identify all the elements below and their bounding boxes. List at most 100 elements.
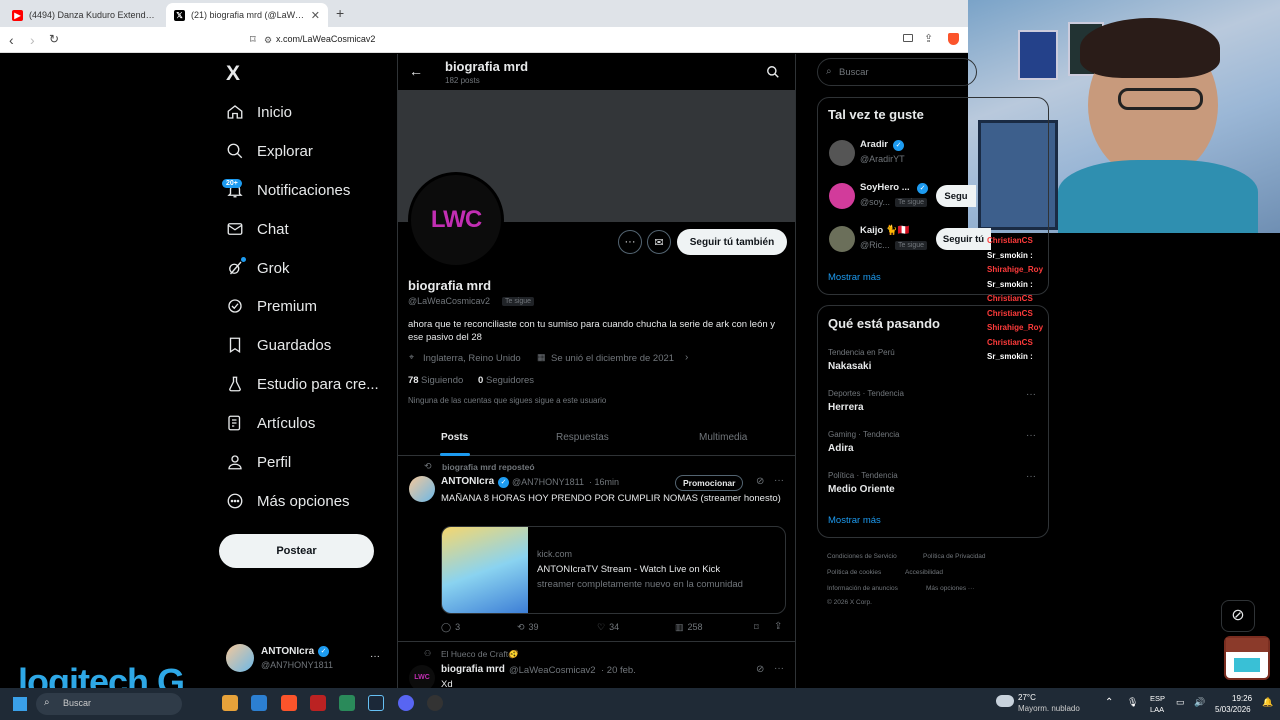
trend-name[interactable]: Herrera bbox=[828, 402, 864, 413]
more-options-button[interactable]: ··· bbox=[618, 230, 642, 254]
post-handle[interactable]: @LaWeaCosmicav2 bbox=[509, 665, 596, 676]
post-time[interactable]: · 20 feb. bbox=[601, 665, 636, 676]
footer-link[interactable]: Información de anuncios bbox=[827, 585, 898, 592]
file-explorer-icon[interactable] bbox=[222, 695, 238, 711]
following-label[interactable]: Siguiendo bbox=[421, 375, 463, 386]
search-icon[interactable] bbox=[766, 65, 780, 79]
grok-floating-button[interactable]: ⊘ bbox=[1221, 600, 1255, 632]
app-icon[interactable] bbox=[339, 695, 355, 711]
post-time[interactable]: · 16min bbox=[589, 477, 619, 487]
suggestion-name[interactable]: Aradir bbox=[860, 139, 888, 150]
close-tab-icon[interactable]: ✕ bbox=[311, 9, 320, 22]
back-arrow-icon[interactable]: ← bbox=[409, 63, 423, 79]
nav-articles[interactable]: Artículos bbox=[226, 411, 315, 435]
new-tab-button[interactable]: + bbox=[336, 5, 344, 21]
nav-home[interactable]: Inicio bbox=[226, 100, 292, 124]
following-count[interactable]: 78 bbox=[408, 375, 419, 386]
trend-more-icon[interactable]: ··· bbox=[1026, 430, 1036, 441]
avatar[interactable]: LWC bbox=[409, 665, 435, 688]
footer-link[interactable]: Más opciones ··· bbox=[926, 585, 974, 592]
nav-profile[interactable]: Perfil bbox=[226, 450, 291, 474]
x-logo[interactable]: X bbox=[226, 62, 240, 86]
avatar[interactable] bbox=[829, 183, 855, 209]
profile-avatar[interactable]: LWC bbox=[408, 172, 504, 268]
browser-tab-youtube[interactable]: ▶ (4494) Danza Kuduro Extended D bbox=[4, 3, 164, 27]
nav-explore[interactable]: Explorar bbox=[226, 139, 313, 163]
footer-link[interactable]: Accesibilidad bbox=[905, 569, 943, 576]
app-icon[interactable] bbox=[310, 695, 326, 711]
account-more-button[interactable]: ··· bbox=[370, 651, 380, 662]
like-button[interactable]: ♡ 34 bbox=[597, 622, 619, 633]
steam-icon[interactable] bbox=[368, 695, 384, 711]
footer-link[interactable]: Política de Privacidad bbox=[923, 553, 986, 560]
search-box[interactable]: ⌕ Buscar bbox=[817, 58, 977, 86]
microphone-icon[interactable]: 🎙 bbox=[1127, 697, 1138, 708]
weather-desc[interactable]: Mayorm. nublado bbox=[1018, 704, 1080, 713]
url-text[interactable]: x.com/LaWeaCosmicav2 bbox=[276, 34, 375, 44]
tab-media[interactable]: Multimedia bbox=[699, 432, 747, 443]
tab-posts[interactable]: Posts bbox=[441, 432, 468, 443]
post[interactable]: ⚇ El Hueco de Craft🫨 LWC biografia mrd @… bbox=[398, 643, 795, 688]
nav-grok[interactable]: Grok bbox=[226, 256, 290, 280]
account-name[interactable]: ANTONIcra bbox=[261, 646, 314, 657]
share-icon[interactable]: ⇪ bbox=[924, 32, 933, 45]
cast-icon[interactable] bbox=[903, 34, 913, 42]
trend-more-icon[interactable]: ··· bbox=[1026, 389, 1036, 400]
link-card[interactable]: kick.com ANTONIcraTV Stream - Watch Live… bbox=[441, 526, 786, 614]
taskbar-search[interactable]: ⌕ Buscar bbox=[36, 693, 182, 715]
avatar[interactable] bbox=[409, 476, 435, 502]
brave-shield-icon[interactable] bbox=[948, 33, 959, 45]
repost-button[interactable]: ⟲ 39 bbox=[517, 622, 539, 633]
nav-bookmarks[interactable]: Guardados bbox=[226, 333, 331, 357]
discord-icon[interactable] bbox=[398, 695, 414, 711]
show-more-link[interactable]: Mostrar más bbox=[828, 515, 881, 526]
avatar[interactable] bbox=[829, 226, 855, 252]
suggestion-name[interactable]: SoyHero ... bbox=[860, 182, 910, 193]
search-input[interactable]: Buscar bbox=[839, 67, 869, 78]
nav-notifications[interactable]: Notificaciones bbox=[226, 178, 350, 202]
post-more-icon[interactable]: ··· bbox=[774, 663, 784, 674]
followers-count[interactable]: 0 bbox=[478, 375, 483, 386]
avatar[interactable] bbox=[829, 140, 855, 166]
follow-back-button[interactable]: Seguir tú también bbox=[677, 229, 787, 255]
nav-chat[interactable]: Chat bbox=[226, 217, 289, 241]
language-indicator[interactable]: ESP bbox=[1150, 694, 1165, 703]
trend-name[interactable]: Adira bbox=[828, 443, 854, 454]
community-label[interactable]: El Hueco de Craft🫨 bbox=[441, 649, 519, 660]
clock-time[interactable]: 19:26 bbox=[1232, 694, 1252, 703]
bookmark-page-icon[interactable]: ⌑ bbox=[250, 33, 256, 46]
windows-start-icon[interactable] bbox=[13, 697, 27, 711]
post[interactable]: ⟲ biografia mrd reposteó ANTONIcra ✓ @AN… bbox=[398, 456, 795, 642]
post-button[interactable]: Postear bbox=[219, 534, 374, 568]
post-author[interactable]: biografia mrd bbox=[441, 664, 505, 675]
volume-icon[interactable]: 🔊 bbox=[1194, 697, 1205, 708]
footer-link[interactable]: Política de cookies bbox=[827, 569, 881, 576]
notification-bell-icon[interactable]: 🔔 bbox=[1262, 697, 1273, 708]
weather-temp[interactable]: 27°C bbox=[1018, 693, 1036, 702]
followers-label[interactable]: Seguidores bbox=[486, 375, 534, 386]
suggestion-name[interactable]: Kaijo 🐈🇵🇪 bbox=[860, 225, 910, 236]
trend-more-icon[interactable]: ··· bbox=[1026, 471, 1036, 482]
keyboard-layout[interactable]: LAA bbox=[1150, 705, 1164, 714]
trend-name[interactable]: Medio Oriente bbox=[828, 484, 895, 495]
back-icon[interactable]: ‹ bbox=[9, 32, 14, 48]
tab-replies[interactable]: Respuestas bbox=[556, 432, 609, 443]
show-more-link[interactable]: Mostrar más bbox=[828, 272, 881, 283]
nav-premium[interactable]: Premium bbox=[226, 294, 317, 318]
message-button[interactable]: ✉ bbox=[647, 230, 671, 254]
footer-link[interactable]: Condiciones de Servicio bbox=[827, 553, 897, 560]
forward-icon[interactable]: › bbox=[30, 32, 35, 48]
views-button[interactable]: ▥ 258 bbox=[675, 622, 703, 633]
reload-icon[interactable]: ↻ bbox=[49, 32, 59, 46]
site-info-icon[interactable]: ⚙ bbox=[264, 35, 272, 46]
follow-button[interactable]: Segu bbox=[936, 185, 976, 207]
avatar[interactable] bbox=[226, 644, 254, 672]
post-handle[interactable]: @AN7HONY1811 bbox=[512, 477, 584, 487]
post-author[interactable]: ANTONIcra bbox=[441, 476, 494, 487]
bookmark-icon[interactable]: ⌑ bbox=[754, 622, 759, 633]
clock-date[interactable]: 5/03/2026 bbox=[1215, 705, 1251, 714]
reply-button[interactable]: ◯ 3 bbox=[441, 622, 460, 633]
network-icon[interactable]: ▭ bbox=[1176, 697, 1185, 708]
nav-more[interactable]: Más opciones bbox=[226, 489, 350, 513]
nav-creator-studio[interactable]: Estudio para cre... bbox=[226, 372, 379, 396]
